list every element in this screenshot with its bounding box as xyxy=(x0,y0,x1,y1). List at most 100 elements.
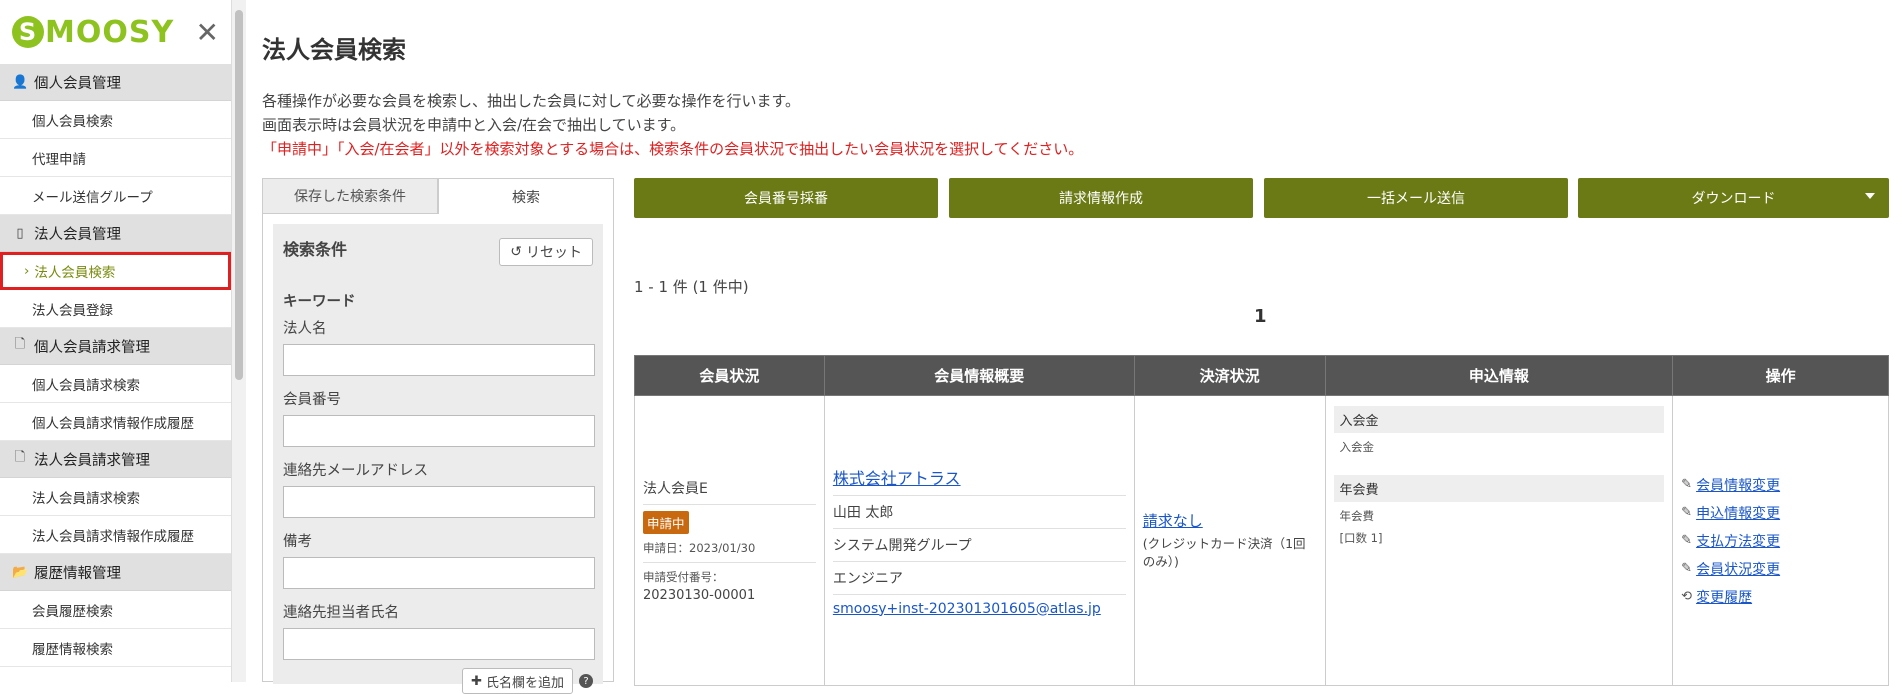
help-icon[interactable]: ? xyxy=(579,674,593,688)
tab-saved-conditions[interactable]: 保存した検索条件 xyxy=(262,178,438,214)
status-block: 申請中 申請日：2023/01/30 xyxy=(643,505,816,563)
op-member-status-change[interactable]: ✎ 会員状況変更 xyxy=(1681,559,1880,579)
download-button[interactable]: ダウンロード xyxy=(1578,178,1889,218)
folder-icon: 📂 xyxy=(12,564,29,580)
member-summary-cell: 株式会社アトラス 山田 太郎 システム開発グループ エンジニア smoosy+i… xyxy=(823,395,1135,686)
pencil-icon: ✎ xyxy=(1681,533,1693,548)
main-content: 法人会員検索 各種操作が必要な会員を検索し、抽出した会員に対して必要な操作を行い… xyxy=(262,0,1903,694)
bulk-mail-button[interactable]: 一括メール送信 xyxy=(1264,178,1568,218)
sidebar-item-member-history[interactable]: 会員履歴検索 xyxy=(0,591,231,629)
pencil-icon: ✎ xyxy=(1681,561,1693,576)
logo-row: S MOOSY ✕ xyxy=(0,0,231,64)
close-icon[interactable]: ✕ xyxy=(196,16,219,49)
scroll-thumb[interactable] xyxy=(235,10,243,380)
sidebar-item-individual-billing-history[interactable]: 個人会員請求情報作成履歴 xyxy=(0,403,231,441)
person-icon: 👤 xyxy=(12,74,29,90)
page-description: 各種操作が必要な会員を検索し、抽出した会員に対して必要な操作を行います。 画面表… xyxy=(262,89,1083,161)
application-info-cell: 入会金 入会金 年会費 年会費 [口数 1] xyxy=(1324,395,1674,686)
sidebar-item-individual-billing-search[interactable]: 個人会員請求検索 xyxy=(0,365,231,403)
sidebar-item-corporate-billing-history[interactable]: 法人会員請求情報作成履歴 xyxy=(0,516,231,554)
field-label: 会員番号 xyxy=(283,392,341,408)
member-status-cell: 法人会員E 申請中 申請日：2023/01/30 申請受付番号： 2023013… xyxy=(634,395,825,686)
history-icon: ⟲ xyxy=(1681,589,1693,604)
op-application-change[interactable]: ✎ 申込情報変更 xyxy=(1681,503,1880,523)
smoosy-logo: S MOOSY xyxy=(12,15,174,50)
reset-button[interactable]: ↺ リセット xyxy=(499,238,593,266)
caret-down-icon xyxy=(1865,193,1875,199)
section-title: 個人会員管理 xyxy=(34,75,121,92)
payment-note: (クレジットカード決済（1回のみ）) xyxy=(1142,536,1306,569)
search-tabs: 保存した検索条件 検索 xyxy=(262,178,614,214)
section-individual-member[interactable]: 👤 個人会員管理 xyxy=(0,64,231,101)
pencil-icon: ✎ xyxy=(1681,477,1693,492)
sidebar-item-individual-search[interactable]: 個人会員検索 xyxy=(0,101,231,139)
undo-icon: ↺ xyxy=(510,244,522,260)
entry-fee-heading: 入会金 xyxy=(1333,406,1665,433)
sidebar-item-corporate-search[interactable]: › 法人会員検索 xyxy=(0,252,231,290)
document-icon: 🗋 xyxy=(14,337,26,352)
receipt-number: 20230130-00001 xyxy=(643,588,756,603)
search-panel-body: 検索条件 ↺ リセット キーワード 法人名 会員番号 連絡先メールアドレス 備考 … xyxy=(262,214,614,694)
sidebar-item-corporate-billing-search[interactable]: 法人会員請求検索 xyxy=(0,478,231,516)
add-name-row: ✚ 氏名欄を追加 ? xyxy=(283,668,593,694)
sidebar-item-proxy-apply[interactable]: 代理申請 xyxy=(0,139,231,177)
field-label: 備考 xyxy=(283,534,312,550)
section-corporate-member[interactable]: ▯ 法人会員管理 xyxy=(0,215,231,252)
pencil-icon: ✎ xyxy=(1681,505,1693,520)
receipt-block: 申請受付番号： 20230130-00001 xyxy=(643,563,816,609)
section-history[interactable]: 📂 履歴情報管理 xyxy=(0,554,231,591)
annual-fee-count: [口数 1] xyxy=(1339,531,1383,545)
section-individual-billing[interactable]: 🗋 個人会員請求管理 xyxy=(0,328,231,365)
plus-icon: ✚ xyxy=(471,673,482,689)
desc-alert: 「申請中」「入会/在会者」以外を検索対象とする場合は、検索条件の会員状況で抽出し… xyxy=(262,140,1084,158)
remarks-input[interactable] xyxy=(283,557,595,589)
section-corporate-billing[interactable]: 🗋 法人会員請求管理 xyxy=(0,441,231,478)
op-member-info-change[interactable]: ✎ 会員情報変更 xyxy=(1681,475,1880,495)
search-panel: 保存した検索条件 検索 検索条件 ↺ リセット キーワード 法人名 会員番号 連絡… xyxy=(262,178,614,694)
desc-line: 各種操作が必要な会員を検索し、抽出した会員に対して必要な操作を行います。 xyxy=(262,92,801,110)
sidebar-item-mail-group[interactable]: メール送信グループ xyxy=(0,177,231,215)
operations-cell: ✎ 会員情報変更 ✎ 申込情報変更 ✎ 支払方法変更 ✎ 会員状況変更 ⟲ 変更履歴 xyxy=(1672,395,1889,686)
page-title: 法人会員検索 xyxy=(262,36,406,64)
col-header: 申込情報 xyxy=(1324,355,1674,396)
email-link[interactable]: smoosy+inst-202301301605@atlas.jp xyxy=(833,601,1101,617)
payment-status-cell: 請求なし (クレジットカード決済（1回のみ）) xyxy=(1133,395,1326,686)
member-number-input[interactable] xyxy=(283,415,595,447)
apply-date: 申請日：2023/01/30 xyxy=(643,541,756,555)
assign-number-button[interactable]: 会員番号採番 xyxy=(634,178,938,218)
table-row: 法人会員E 申請中 申請日：2023/01/30 申請受付番号： 2023013… xyxy=(634,395,1889,686)
desc-line: 画面表示時は会員状況を申請中と入会/在会で抽出しています。 xyxy=(262,116,686,134)
person-name: 山田 太郎 xyxy=(832,496,1126,529)
result-count: 1 - 1 件 (1 件中) xyxy=(634,278,749,296)
sidebar: S MOOSY ✕ 👤 個人会員管理 個人会員検索 代理申請 メール送信グループ … xyxy=(0,0,232,682)
keyword-heading: キーワード xyxy=(283,294,356,310)
op-change-history[interactable]: ⟲ 変更履歴 xyxy=(1681,587,1880,607)
field-label: 法人名 xyxy=(283,321,327,337)
pagination-page[interactable]: 1 xyxy=(1254,306,1267,327)
col-header: 会員状況 xyxy=(634,355,825,396)
group-name: システム開発グループ xyxy=(832,529,1126,562)
corporate-name-input[interactable] xyxy=(283,344,595,376)
sidebar-scrollbar[interactable] xyxy=(232,0,246,682)
document-icon: 🗋 xyxy=(14,450,26,465)
chevron-right-icon: › xyxy=(24,263,30,279)
company-link[interactable]: 株式会社アトラス xyxy=(833,469,961,488)
contact-email-input[interactable] xyxy=(283,486,595,518)
sidebar-item-history-search[interactable]: 履歴情報検索 xyxy=(0,629,231,667)
op-payment-method-change[interactable]: ✎ 支払方法変更 xyxy=(1681,531,1880,551)
col-header: 操作 xyxy=(1672,355,1889,396)
building-icon: ▯ xyxy=(16,225,24,241)
tab-search[interactable]: 検索 xyxy=(438,178,614,214)
annual-fee-value: 年会費 xyxy=(1339,509,1375,523)
status-badge: 申請中 xyxy=(643,511,689,534)
search-conditions: 検索条件 ↺ リセット キーワード 法人名 会員番号 連絡先メールアドレス 備考 … xyxy=(273,224,603,694)
member-type: 法人会員E xyxy=(643,472,816,505)
col-header: 会員情報概要 xyxy=(823,355,1135,396)
col-header: 決済状況 xyxy=(1133,355,1326,396)
add-name-button[interactable]: ✚ 氏名欄を追加 xyxy=(462,668,573,694)
contact-name-input[interactable] xyxy=(283,628,595,660)
sidebar-item-corporate-register[interactable]: 法人会員登録 xyxy=(0,290,231,328)
entry-fee-value: 入会金 xyxy=(1339,440,1375,454)
create-invoice-button[interactable]: 請求情報作成 xyxy=(949,178,1253,218)
payment-status-link[interactable]: 請求なし xyxy=(1143,512,1203,530)
